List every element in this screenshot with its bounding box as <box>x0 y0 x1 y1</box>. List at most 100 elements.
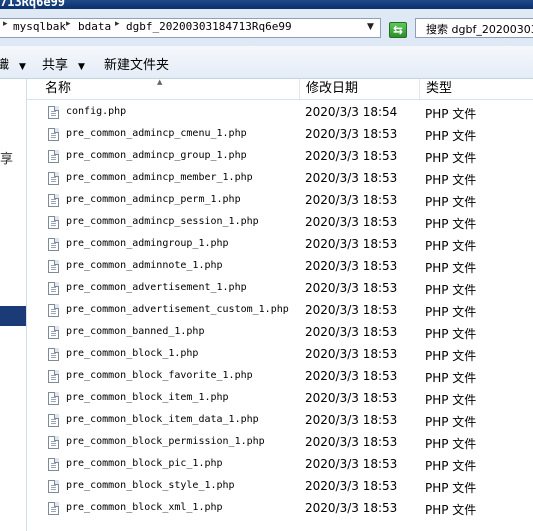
file-modified: 2020/3/3 18:54 <box>305 105 398 119</box>
nav-item-partial[interactable]: 享 <box>0 148 13 167</box>
file-row[interactable]: pre_common_admincp_cmenu_1.php 2020/3/3 1… <box>27 123 533 145</box>
file-modified: 2020/3/3 18:53 <box>305 193 398 207</box>
php-file-icon <box>48 238 59 251</box>
file-row[interactable]: pre_common_block_xml_1.php 2020/3/3 18:53… <box>27 497 533 519</box>
php-file-icon <box>48 326 59 339</box>
file-type: PHP 文件 <box>425 459 477 473</box>
file-type: PHP 文件 <box>425 371 477 385</box>
file-modified: 2020/3/3 18:53 <box>305 303 398 317</box>
file-name: pre_common_admincp_perm_1.php <box>66 194 241 205</box>
breadcrumb-current-folder[interactable]: dgbf_20200303184713Rq6e99 <box>126 20 292 33</box>
file-modified: 2020/3/3 18:53 <box>305 435 398 449</box>
breadcrumb-mysqlbak[interactable]: mysqlbak <box>13 20 66 33</box>
file-name: pre_common_block_1.php <box>66 348 199 359</box>
address-bar[interactable]: ▸ mysqlbak ▸ bdata ▸ dgbf_20200303184713… <box>0 18 381 38</box>
php-file-icon <box>48 370 59 383</box>
file-type: PHP 文件 <box>425 173 477 187</box>
file-row[interactable]: pre_common_advertisement_custom_1.php 202… <box>27 299 533 321</box>
file-row[interactable]: pre_common_admingroup_1.php 2020/3/3 18:5… <box>27 233 533 255</box>
address-row: ▸ mysqlbak ▸ bdata ▸ dgbf_20200303184713… <box>0 9 533 47</box>
file-row[interactable]: pre_common_block_item_data_1.php 2020/3/3… <box>27 409 533 431</box>
file-name: pre_common_admincp_group_1.php <box>66 150 247 161</box>
file-row[interactable]: pre_common_banned_1.php 2020/3/3 18:53 PHP… <box>27 321 533 343</box>
file-type: PHP 文件 <box>425 261 477 275</box>
php-file-icon <box>48 458 59 471</box>
file-modified: 2020/3/3 18:53 <box>305 479 398 493</box>
file-name: pre_common_admingroup_1.php <box>66 238 229 249</box>
column-header-type[interactable]: 类型 <box>420 79 533 99</box>
breadcrumb-bdata[interactable]: bdata <box>78 20 111 33</box>
file-name: pre_common_admincp_cmenu_1.php <box>66 128 247 139</box>
file-type: PHP 文件 <box>425 107 477 121</box>
file-name: pre_common_block_xml_1.php <box>66 502 223 513</box>
file-type: PHP 文件 <box>425 129 477 143</box>
breadcrumb-separator-icon[interactable]: ▸ <box>115 19 120 29</box>
search-input[interactable]: 搜索 dgbf_20200303 <box>415 18 533 38</box>
file-row[interactable]: pre_common_admincp_member_1.php 2020/3/3 … <box>27 167 533 189</box>
file-modified: 2020/3/3 18:53 <box>305 325 398 339</box>
sort-ascending-icon: ▲ <box>157 78 163 86</box>
php-file-icon <box>48 216 59 229</box>
file-modified: 2020/3/3 18:53 <box>305 391 398 405</box>
file-name: pre_common_advertisement_1.php <box>66 282 247 293</box>
column-header-name[interactable]: 名称 ▲ <box>27 78 300 99</box>
file-type: PHP 文件 <box>425 503 477 517</box>
file-row[interactable]: pre_common_admincp_group_1.php 2020/3/3 1… <box>27 145 533 167</box>
file-type: PHP 文件 <box>425 239 477 253</box>
file-name: pre_common_block_favorite_1.php <box>66 370 253 381</box>
column-name-label: 名称 <box>45 81 72 96</box>
file-row[interactable]: pre_common_block_pic_1.php 2020/3/3 18:53… <box>27 453 533 475</box>
file-row[interactable]: pre_common_block_permission_1.php 2020/3/… <box>27 431 533 453</box>
php-file-icon <box>48 502 59 515</box>
file-row[interactable]: pre_common_block_favorite_1.php 2020/3/3 … <box>27 365 533 387</box>
php-file-icon <box>48 260 59 273</box>
file-name: config.php <box>66 106 127 117</box>
file-row[interactable]: pre_common_admincp_session_1.php 2020/3/3… <box>27 211 533 233</box>
file-modified: 2020/3/3 18:53 <box>305 237 398 251</box>
file-modified: 2020/3/3 18:53 <box>305 149 398 163</box>
organize-menu-caret[interactable]: 織 ▼ <box>0 54 26 73</box>
file-modified: 2020/3/3 18:53 <box>305 127 398 141</box>
file-modified: 2020/3/3 18:53 <box>305 501 398 515</box>
file-name: pre_common_admincp_session_1.php <box>66 216 259 227</box>
file-modified: 2020/3/3 18:53 <box>305 457 398 471</box>
file-row[interactable]: pre_common_advertisement_1.php 2020/3/3 1… <box>27 277 533 299</box>
file-row[interactable]: pre_common_admincp_perm_1.php 2020/3/3 18… <box>27 189 533 211</box>
refresh-arrow-icon[interactable]: ⇆ <box>389 22 407 38</box>
file-row[interactable]: pre_common_adminnote_1.php 2020/3/3 18:53… <box>27 255 533 277</box>
share-label: 共享 <box>42 58 69 73</box>
file-name: pre_common_banned_1.php <box>66 326 205 337</box>
navigation-pane[interactable]: 享 <box>0 79 27 531</box>
file-name: pre_common_block_style_1.php <box>66 480 235 491</box>
search-text: 搜索 dgbf_20200303 <box>426 23 533 36</box>
file-type: PHP 文件 <box>425 217 477 231</box>
file-modified: 2020/3/3 18:53 <box>305 171 398 185</box>
file-row[interactable]: pre_common_block_item_1.php 2020/3/3 18:5… <box>27 387 533 409</box>
new-folder-button[interactable]: 新建文件夹 <box>104 54 169 73</box>
file-type: PHP 文件 <box>425 393 477 407</box>
php-file-icon <box>48 414 59 427</box>
file-row[interactable]: pre_common_block_1.php 2020/3/3 18:53 PHP … <box>27 343 533 365</box>
php-file-icon <box>48 436 59 449</box>
file-type: PHP 文件 <box>425 437 477 451</box>
file-name: pre_common_block_pic_1.php <box>66 458 223 469</box>
column-header-modified[interactable]: 修改日期 <box>300 79 420 99</box>
php-file-icon <box>48 106 59 119</box>
file-type: PHP 文件 <box>425 283 477 297</box>
php-file-icon <box>48 348 59 361</box>
php-file-icon <box>48 194 59 207</box>
php-file-icon <box>48 172 59 185</box>
php-file-icon <box>48 480 59 493</box>
chevron-down-icon: ▼ <box>78 62 85 72</box>
breadcrumb-separator-icon[interactable]: ▸ <box>66 19 71 29</box>
file-row[interactable]: pre_common_block_style_1.php 2020/3/3 18:… <box>27 475 533 497</box>
chevron-down-icon[interactable]: ▼ <box>367 22 374 32</box>
file-name: pre_common_adminnote_1.php <box>66 260 223 271</box>
file-type: PHP 文件 <box>425 195 477 209</box>
file-type: PHP 文件 <box>425 349 477 363</box>
file-row[interactable]: config.php 2020/3/3 18:54 PHP 文件 <box>27 101 533 123</box>
nav-item-selected[interactable] <box>0 306 26 326</box>
file-type: PHP 文件 <box>425 481 477 495</box>
window-title: 713Rq6e99 <box>0 0 66 9</box>
share-menu-button[interactable]: 共享 ▼ <box>42 54 85 73</box>
